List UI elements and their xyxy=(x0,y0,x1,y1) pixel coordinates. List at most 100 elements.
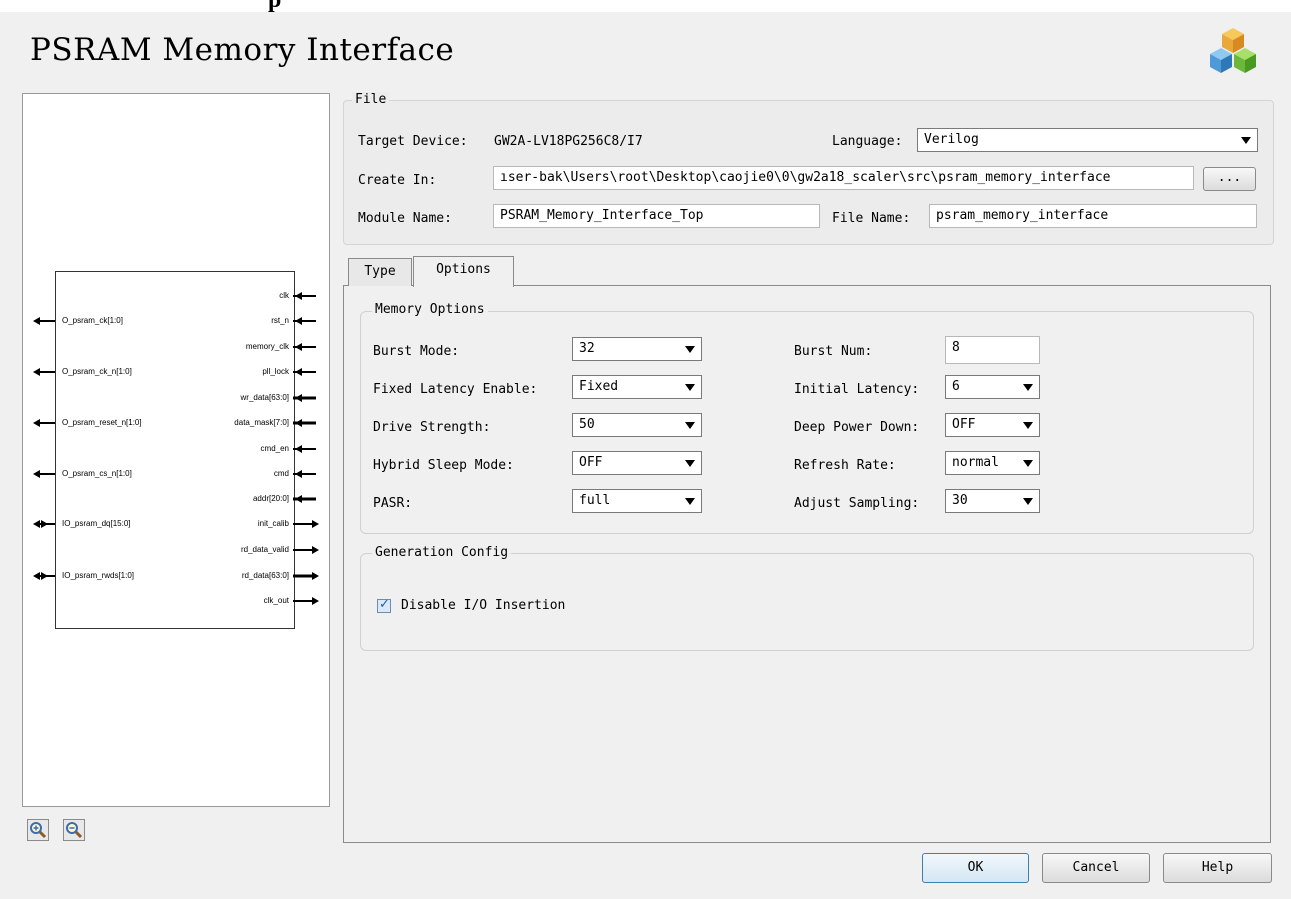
ok-button[interactable]: OK xyxy=(922,853,1029,883)
arrow-o-psram-cs-n xyxy=(33,470,55,478)
target-device-label: Target Device: xyxy=(358,134,468,149)
port-label: wr_data[63:0] xyxy=(240,393,289,402)
pasr-select[interactable]: full xyxy=(572,489,702,513)
refresh-rate-value: normal xyxy=(952,455,999,470)
port-label: IO_psram_dq[15:0] xyxy=(62,519,131,528)
arrow-data-mask xyxy=(293,419,316,427)
chevron-down-icon xyxy=(685,384,695,391)
chevron-down-icon xyxy=(1023,384,1033,391)
adjust-sampling-label: Adjust Sampling: xyxy=(794,496,920,511)
arrow-init-calib xyxy=(293,520,319,528)
language-select[interactable]: Verilog xyxy=(917,128,1258,152)
port-label: O_psram_ck_n[1:0] xyxy=(62,367,132,376)
pasr-value: full xyxy=(579,493,611,508)
cancel-button[interactable]: Cancel xyxy=(1042,853,1150,883)
fixed-latency-value: Fixed xyxy=(579,379,619,394)
zoom-in-button[interactable] xyxy=(27,819,49,841)
arrow-cmd xyxy=(293,470,316,478)
port-label: clk_out xyxy=(263,596,289,605)
tab-type[interactable]: Type xyxy=(348,258,412,286)
memory-options-title: Memory Options xyxy=(372,302,488,317)
arrow-io-psram-dq xyxy=(33,520,55,528)
arrow-clk-out xyxy=(293,597,319,605)
port-label: addr[20:0] xyxy=(252,494,289,503)
initial-latency-value: 6 xyxy=(952,379,960,394)
burst-num-field[interactable]: 8 xyxy=(945,336,1040,364)
burst-mode-select[interactable]: 32 xyxy=(572,337,702,361)
create-in-field[interactable]: ıser-bak\Users\root\Desktop\caojie0\0\gw… xyxy=(493,166,1194,190)
port-label: rd_data_valid xyxy=(240,545,289,554)
deep-power-down-label: Deep Power Down: xyxy=(794,420,920,435)
port-label: IO_psram_rwds[1:0] xyxy=(62,571,135,580)
language-label: Language: xyxy=(832,134,903,149)
hybrid-sleep-value: OFF xyxy=(579,455,603,470)
file-group-title: File xyxy=(352,92,390,107)
port-label: data_mask[7:0] xyxy=(234,418,289,427)
zoom-in-icon xyxy=(30,822,47,839)
arrow-cmd-en xyxy=(293,445,316,453)
hybrid-sleep-label: Hybrid Sleep Mode: xyxy=(373,458,514,473)
burst-mode-label: Burst Mode: xyxy=(373,344,460,359)
port-label: cmd_en xyxy=(260,444,289,453)
file-name-label: File Name: xyxy=(832,211,911,226)
port-label: O_psram_ck[1:0] xyxy=(62,316,123,325)
language-value: Verilog xyxy=(924,132,979,147)
deep-power-down-value: OFF xyxy=(952,417,976,432)
adjust-sampling-value: 30 xyxy=(952,493,968,508)
chevron-down-icon xyxy=(685,422,695,429)
disable-io-label: Disable I/O Insertion xyxy=(401,598,566,613)
file-name-field[interactable]: psram_memory_interface xyxy=(929,204,1257,228)
drive-strength-value: 50 xyxy=(579,417,595,432)
refresh-rate-select[interactable]: normal xyxy=(945,451,1040,475)
arrow-o-psram-ck xyxy=(33,317,55,325)
chevron-down-icon xyxy=(685,460,695,467)
port-label: O_psram_reset_n[1:0] xyxy=(62,418,142,427)
refresh-rate-label: Refresh Rate: xyxy=(794,458,896,473)
chevron-down-icon xyxy=(1023,460,1033,467)
arrow-io-psram-rwds xyxy=(33,572,55,580)
initial-latency-select[interactable]: 6 xyxy=(945,375,1040,399)
chevron-down-icon xyxy=(1241,137,1251,144)
zoom-out-button[interactable] xyxy=(63,819,85,841)
port-label: cmd xyxy=(273,469,289,478)
tab-options[interactable]: Options xyxy=(413,256,514,287)
drive-strength-select[interactable]: 50 xyxy=(572,413,702,437)
arrow-rst-n xyxy=(293,317,316,325)
chevron-down-icon xyxy=(1023,422,1033,429)
disable-io-checkbox[interactable] xyxy=(377,597,391,613)
zoom-out-icon xyxy=(66,822,83,839)
initial-latency-label: Initial Latency: xyxy=(794,382,920,397)
arrow-rd-data-valid xyxy=(293,546,319,554)
port-label: pll_lock xyxy=(262,367,289,376)
port-label: rst_n xyxy=(271,316,289,325)
arrow-o-psram-ck-n xyxy=(33,368,55,376)
port-arrows xyxy=(33,292,319,605)
pasr-label: PASR: xyxy=(373,496,413,511)
arrow-memory-clk xyxy=(293,343,316,351)
arrow-pll-lock xyxy=(293,368,316,376)
module-name-field[interactable]: PSRAM_Memory_Interface_Top xyxy=(493,204,820,228)
cubes-logo-icon xyxy=(1210,28,1256,73)
burst-num-label: Burst Num: xyxy=(794,344,873,359)
chevron-down-icon xyxy=(685,346,695,353)
arrow-o-psram-reset-n xyxy=(33,419,55,427)
hybrid-sleep-select[interactable]: OFF xyxy=(572,451,702,475)
help-button[interactable]: Help xyxy=(1163,853,1272,883)
port-label: rd_data[63:0] xyxy=(241,571,289,580)
create-in-label: Create In: xyxy=(358,173,437,188)
deep-power-down-select[interactable]: OFF xyxy=(945,413,1040,437)
fixed-latency-select[interactable]: Fixed xyxy=(572,375,702,399)
browse-button[interactable]: ... xyxy=(1203,167,1256,191)
arrow-clk xyxy=(293,292,316,300)
port-label: init_calib xyxy=(257,519,289,528)
fixed-latency-label: Fixed Latency Enable: xyxy=(373,382,538,397)
port-label: clk xyxy=(279,291,289,300)
port-label: O_psram_cs_n[1:0] xyxy=(62,469,132,478)
drive-strength-label: Drive Strength: xyxy=(373,420,491,435)
adjust-sampling-select[interactable]: 30 xyxy=(945,489,1040,513)
arrow-addr xyxy=(293,495,316,503)
target-device-value: GW2A-LV18PG256C8/I7 xyxy=(494,134,643,149)
burst-mode-value: 32 xyxy=(579,341,595,356)
generation-config-title: Generation Config xyxy=(372,545,512,560)
arrow-rd-data xyxy=(293,572,319,580)
